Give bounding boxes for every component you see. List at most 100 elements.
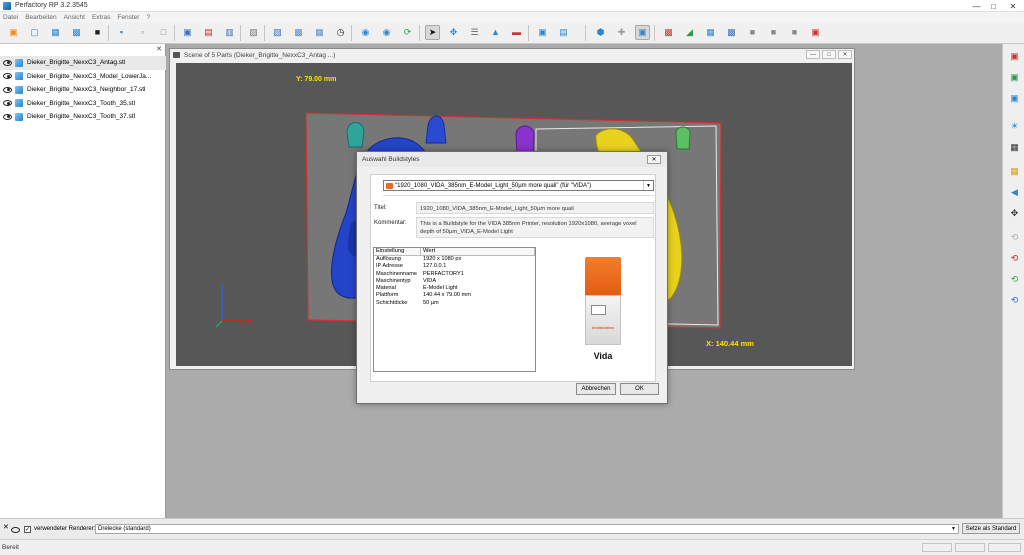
eye-icon[interactable]	[3, 59, 12, 66]
list-item[interactable]: Dieker_Brigitte_NexxC3_Model_LowerJa...	[0, 70, 166, 84]
menu-extras[interactable]: Extras	[92, 14, 110, 21]
new-project-icon[interactable]: ▣	[6, 25, 21, 40]
eye-icon[interactable]	[3, 73, 12, 80]
table-row: Auflösung 1920 x 1080 px	[374, 256, 535, 263]
color-view-icon[interactable]: ▩	[661, 25, 676, 40]
renderer-checkbox[interactable]: ✓	[24, 526, 31, 533]
rotate-y-icon[interactable]: ⟲	[1007, 272, 1022, 287]
view-box-icon[interactable]: ▣	[635, 25, 650, 40]
section-icon[interactable]: ■	[745, 25, 760, 40]
section2-icon[interactable]: ■	[766, 25, 781, 40]
close-icon[interactable]: ✕	[838, 50, 852, 59]
setting-name: Maschinentyp	[376, 277, 411, 284]
cube-red-icon[interactable]: ▣	[1007, 49, 1022, 64]
wireframe-icon[interactable]: ▩	[724, 25, 739, 40]
cube-green-icon[interactable]: ▣	[1007, 70, 1022, 85]
grid-plane-icon[interactable]: ▦	[1007, 140, 1022, 155]
close-icon[interactable]: ✕	[647, 155, 661, 164]
eye-icon[interactable]	[3, 86, 12, 93]
window-titlebar: Perfactory RP 3.2.3545 — □ ✕	[0, 0, 1024, 12]
minimize-icon[interactable]: —	[968, 0, 985, 12]
ruler-icon[interactable]: ▬	[509, 25, 524, 40]
arrange-icon[interactable]: ▩	[291, 25, 306, 40]
slice-icon[interactable]: ▦	[312, 25, 327, 40]
close-icon[interactable]: ✕	[3, 523, 9, 531]
select-frame-icon[interactable]: ▣	[180, 25, 195, 40]
buildstyle-icon	[386, 183, 393, 189]
list-item[interactable]: Dieker_Brigitte_NexxC3_Tooth_35.stl	[0, 97, 166, 111]
dialog-titlebar: Auswahl Buildstyles	[357, 152, 667, 167]
menu-ansicht[interactable]: Ansicht	[64, 14, 85, 21]
copy-icon[interactable]: ▫	[135, 25, 150, 40]
save-icon[interactable]: ■	[90, 25, 105, 40]
move-icon[interactable]: ✥	[446, 25, 461, 40]
part-name: Dieker_Brigitte_NexxC3_Tooth_35.stl	[27, 99, 136, 107]
teal-tooth	[346, 122, 365, 148]
cube-blue-icon[interactable]: ▣	[1007, 91, 1022, 106]
chevron-down-icon[interactable]: ▼	[643, 181, 653, 190]
list-item[interactable]: Dieker_Brigitte_NexxC3_Antag.stl	[0, 56, 166, 70]
table-row: Maschinenname PERFACTORY1	[374, 271, 535, 278]
eye-icon[interactable]	[11, 527, 20, 533]
duplicate-icon[interactable]: ▪	[114, 25, 129, 40]
titel-field: 1920_1080_VIDA_385nm_E-Model_Light_50µm …	[416, 202, 654, 214]
timer-icon[interactable]: ◷	[333, 25, 348, 40]
maximize-icon[interactable]: □	[822, 50, 836, 59]
printer-brand: envisiontec	[591, 325, 614, 330]
status-panel	[922, 543, 952, 552]
camera-icon[interactable]: ◉	[358, 25, 373, 40]
lock-icon[interactable]: ▦	[1007, 164, 1022, 179]
menu-help[interactable]: ?	[146, 14, 150, 21]
ok-button[interactable]: OK	[620, 383, 659, 395]
buildstyle-select[interactable]: "1920_1080_VIDA_385nm_E-Model_Light_50µm…	[383, 180, 654, 191]
light-icon[interactable]: ☀	[1007, 119, 1022, 134]
section3-icon[interactable]: ■	[787, 25, 802, 40]
layout-icon[interactable]: ▨	[270, 25, 285, 40]
setting-value: PERFACTORY1	[423, 270, 464, 277]
menu-bearbeiten[interactable]: Bearbeiten	[25, 14, 56, 21]
list-item[interactable]: Dieker_Brigitte_NexxC3_Neighbor_17.stl	[0, 83, 166, 97]
close-icon[interactable]: ✕	[1002, 0, 1024, 12]
support-icon[interactable]: ▲	[488, 25, 503, 40]
paste-icon[interactable]: □	[156, 25, 171, 40]
rotate-x-icon[interactable]: ⟲	[1007, 251, 1022, 266]
renderer-bar: ✕ ✓ verwendeter Renderer: Dreiecke (stan…	[0, 518, 1024, 539]
eye-icon[interactable]	[3, 100, 12, 107]
chevron-down-icon[interactable]: ▼	[949, 525, 958, 533]
set-default-button[interactable]: Setze als Standard	[962, 523, 1020, 534]
renderer-select[interactable]: Dreiecke (standard) ▼	[95, 524, 959, 534]
shade-icon[interactable]: ◢	[682, 25, 697, 40]
capture-icon[interactable]: ◉	[379, 25, 394, 40]
rotate-z-icon[interactable]: ⟲	[1007, 293, 1022, 308]
group-icon[interactable]: ▥	[222, 25, 237, 40]
status-bar: Bereit	[0, 539, 1024, 555]
view-plus-icon[interactable]: ✚	[614, 25, 629, 40]
open-folder-icon[interactable]: ▢	[27, 25, 42, 40]
list-item[interactable]: Dieker_Brigitte_NexxC3_Tooth_37.stl	[0, 110, 166, 124]
maximize-icon[interactable]: □	[985, 0, 1002, 12]
reset-view-icon[interactable]: ▣	[808, 25, 823, 40]
pointer-icon[interactable]: ➤	[425, 25, 440, 40]
menu-fenster[interactable]: Fenster	[117, 14, 139, 21]
rotate-icon[interactable]: ⟲	[1007, 230, 1022, 245]
grid-icon[interactable]: ▦	[703, 25, 718, 40]
import-icon[interactable]: ▩	[69, 25, 84, 40]
refresh-icon[interactable]: ⟳	[400, 25, 415, 40]
layers-icon[interactable]: ☰	[467, 25, 482, 40]
eye-icon[interactable]	[3, 113, 12, 120]
speaker-icon[interactable]: ◀	[1007, 185, 1022, 200]
zoom-window-icon[interactable]: ▤	[556, 25, 571, 40]
printer-image: envisiontec	[579, 255, 627, 359]
menu-datei[interactable]: Datei	[3, 14, 18, 21]
close-icon[interactable]: ✕	[156, 45, 162, 53]
cancel-button[interactable]: Abbrechen	[576, 383, 616, 395]
table-row: Schichtdicke 50 µm	[374, 300, 535, 307]
zoom-fit-icon[interactable]: ▣	[535, 25, 550, 40]
view-iso-icon[interactable]: ⬢	[593, 25, 608, 40]
add-part-icon[interactable]: ▦	[48, 25, 63, 40]
fit-icon[interactable]: ✥	[1007, 206, 1022, 221]
print-icon[interactable]: ▧	[246, 25, 261, 40]
scene-title: Scene of 5 Parts (Dieker_Brigitte_NexxC3…	[184, 51, 336, 59]
bounding-box-icon[interactable]: ▤	[201, 25, 216, 40]
minimize-icon[interactable]: —	[806, 50, 820, 59]
